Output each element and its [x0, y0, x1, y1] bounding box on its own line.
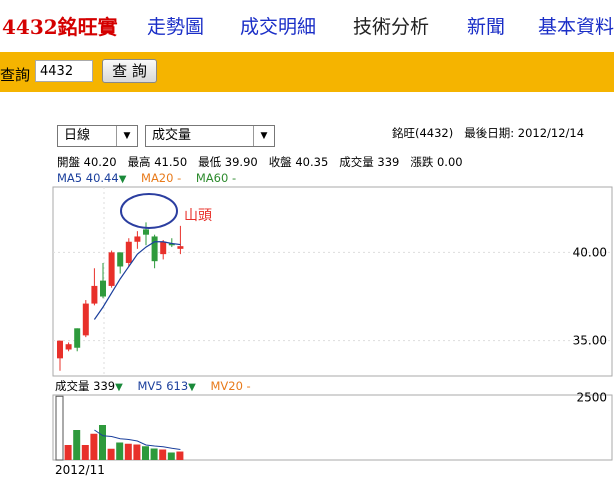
candle-body: [74, 328, 81, 348]
candle-body: [117, 252, 124, 267]
volume-bar: [133, 444, 141, 460]
volume-bar: [55, 395, 64, 461]
volume-bar: [159, 449, 167, 460]
volume-legend-mv5: MV5 613: [137, 379, 189, 393]
price-tick-label: 40.00: [573, 245, 607, 259]
volume-legend: 成交量 339▼ MV5 613▼ MV20 -: [55, 378, 251, 394]
candle-body: [177, 246, 184, 249]
volume-bar: [167, 452, 175, 460]
candle-body: [108, 252, 115, 286]
volume-bar: [150, 448, 158, 460]
candle-body: [82, 303, 89, 336]
candle-body: [151, 236, 158, 262]
volume-bar: [124, 443, 132, 460]
volume-bar: [116, 442, 124, 460]
price-chart-frame: [52, 186, 613, 377]
volume-bar: [107, 448, 115, 460]
price-tick-label: 35.00: [573, 334, 607, 348]
triangle-down-icon: ▼: [115, 382, 123, 393]
volume-legend-mv20: MV20 -: [210, 379, 251, 393]
volume-bar: [142, 446, 149, 460]
candle-body: [65, 344, 72, 350]
volume-bar: [81, 445, 89, 460]
volume-legend-vol: 成交量 339: [55, 379, 116, 393]
candle-body: [91, 285, 98, 304]
volume-bar: [99, 425, 106, 460]
candle-body: [134, 236, 141, 242]
chart-canvas: 40.00 35.00 2500 2012/11 山頭: [52, 186, 613, 477]
candle-body: [57, 340, 63, 359]
x-axis-label: 2012/11: [55, 463, 105, 477]
volume-bar: [64, 445, 72, 460]
triangle-down-icon: ▼: [188, 382, 196, 393]
volume-bar: [90, 433, 98, 460]
candle-body: [160, 241, 167, 255]
volume-bar: [176, 451, 184, 460]
candle-body: [100, 280, 106, 297]
volume-tick-label: 2500: [576, 391, 607, 405]
volume-bar: [73, 430, 81, 460]
candle-body: [143, 229, 149, 235]
candle-body: [125, 241, 132, 263]
peak-annotation-label: 山頭: [184, 208, 212, 224]
